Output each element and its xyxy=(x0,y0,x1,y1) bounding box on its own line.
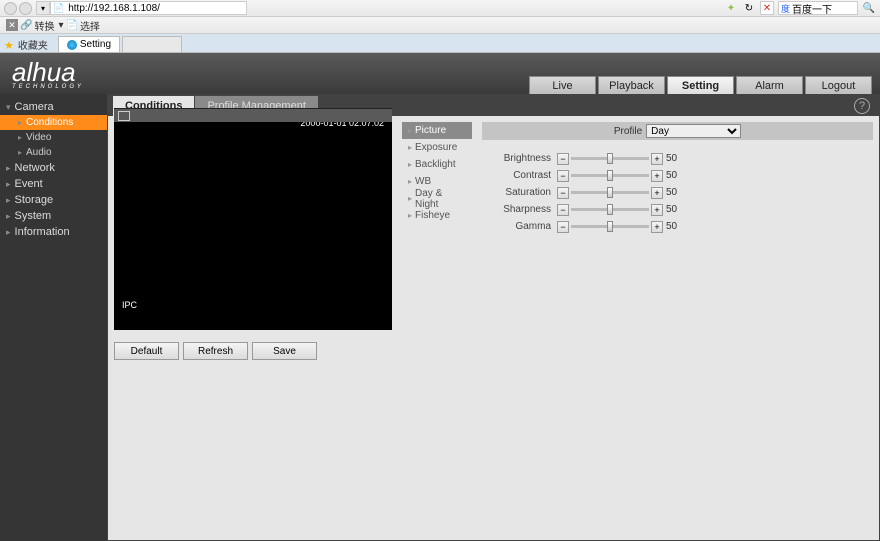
help-icon[interactable]: ? xyxy=(854,98,870,114)
sidebar-conditions[interactable]: Conditions xyxy=(0,115,107,130)
contrast-plus-button[interactable]: + xyxy=(651,170,663,182)
gamma-value: 50 xyxy=(666,221,684,232)
favorites-label[interactable]: 收藏夹 xyxy=(18,37,48,52)
links-select[interactable]: 选择 xyxy=(80,18,100,33)
nav-forward-button[interactable] xyxy=(19,2,32,15)
profile-bar: Profile Day xyxy=(482,122,873,140)
brightness-value: 50 xyxy=(666,153,684,164)
links-convert[interactable]: 转换 xyxy=(34,18,54,33)
video-control-bar xyxy=(114,108,392,122)
sidebar: Camera Conditions Video Audio Network Ev… xyxy=(0,94,107,541)
sharpness-plus-button[interactable]: + xyxy=(651,204,663,216)
ie-icon xyxy=(67,40,77,50)
browser-tabs-bar: ★ 收藏夹 Setting xyxy=(0,34,880,53)
sidebar-camera[interactable]: Camera xyxy=(0,99,107,115)
nav-playback[interactable]: Playback xyxy=(598,76,665,94)
gamma-plus-button[interactable]: + xyxy=(651,221,663,233)
menu-daynight[interactable]: Day & Night xyxy=(402,190,472,207)
saturation-row: Saturation − + 50 xyxy=(482,184,873,201)
sharpness-value: 50 xyxy=(666,204,684,215)
menu-exposure[interactable]: Exposure xyxy=(402,139,472,156)
brightness-slider[interactable] xyxy=(571,157,649,160)
brightness-row: Brightness − + 50 xyxy=(482,150,873,167)
contrast-row: Contrast − + 50 xyxy=(482,167,873,184)
menu-backlight[interactable]: Backlight xyxy=(402,156,472,173)
contrast-value: 50 xyxy=(666,170,684,181)
url-dropdown-icon[interactable]: ▾ xyxy=(36,1,50,15)
browser-address-bar: ▾ 📄 http://192.168.1.108/ ✦ ↻ ✕ 度 百度一下 🔍 xyxy=(0,0,880,17)
nav-live[interactable]: Live xyxy=(529,76,596,94)
app-header: alhuaTECHNOLOGY Live Playback Setting Al… xyxy=(0,53,880,94)
nav-logout[interactable]: Logout xyxy=(805,76,872,94)
sidebar-system[interactable]: System xyxy=(0,208,107,224)
contrast-label: Contrast xyxy=(482,170,557,181)
saturation-plus-button[interactable]: + xyxy=(651,187,663,199)
links-icon1: 🔗 xyxy=(20,20,32,31)
menu-picture[interactable]: Picture xyxy=(402,122,472,139)
profile-select[interactable]: Day xyxy=(646,124,741,138)
sharpness-minus-button[interactable]: − xyxy=(557,204,569,216)
default-button[interactable]: Default xyxy=(114,342,179,360)
sharpness-label: Sharpness xyxy=(482,204,557,215)
nav-setting[interactable]: Setting xyxy=(667,76,734,94)
sidebar-event[interactable]: Event xyxy=(0,176,107,192)
contrast-slider[interactable] xyxy=(571,174,649,177)
save-button[interactable]: Save xyxy=(252,342,317,360)
brightness-label: Brightness xyxy=(482,153,557,164)
favorites-star-icon[interactable]: ★ xyxy=(4,39,14,52)
sidebar-audio[interactable]: Audio xyxy=(0,145,107,160)
video-label: IPC xyxy=(122,300,137,310)
gamma-minus-button[interactable]: − xyxy=(557,221,569,233)
saturation-slider[interactable] xyxy=(571,191,649,194)
sidebar-storage[interactable]: Storage xyxy=(0,192,107,208)
search-go-icon[interactable]: 🔍 xyxy=(862,1,876,15)
brightness-plus-button[interactable]: + xyxy=(651,153,663,165)
sidebar-network[interactable]: Network xyxy=(0,160,107,176)
nav-alarm[interactable]: Alarm xyxy=(736,76,803,94)
saturation-label: Saturation xyxy=(482,187,557,198)
brightness-minus-button[interactable]: − xyxy=(557,153,569,165)
url-input[interactable]: http://192.168.1.108/ xyxy=(64,3,244,14)
saturation-minus-button[interactable]: − xyxy=(557,187,569,199)
logo: alhuaTECHNOLOGY xyxy=(12,57,84,90)
fullscreen-icon[interactable] xyxy=(118,111,130,121)
search-input[interactable]: 度 百度一下 xyxy=(778,1,858,15)
gamma-row: Gamma − + 50 xyxy=(482,218,873,235)
tab-blank[interactable] xyxy=(122,36,182,52)
nav-back-button[interactable] xyxy=(4,2,17,15)
stop-icon[interactable]: ✕ xyxy=(760,1,774,15)
sidebar-information[interactable]: Information xyxy=(0,224,107,240)
sharpness-slider[interactable] xyxy=(571,208,649,211)
contrast-minus-button[interactable]: − xyxy=(557,170,569,182)
browser-links-bar: ✕ 🔗 转换 ▾ 📄 选择 xyxy=(0,17,880,34)
saturation-value: 50 xyxy=(666,187,684,198)
page-icon: 📄 xyxy=(53,3,64,14)
sharpness-row: Sharpness − + 50 xyxy=(482,201,873,218)
links-icon2: 📄 xyxy=(65,20,77,31)
refresh-button[interactable]: Refresh xyxy=(183,342,248,360)
profile-label: Profile xyxy=(614,126,642,137)
video-preview: 2000-01-01 02:07:02 IPC xyxy=(114,108,392,330)
gamma-label: Gamma xyxy=(482,221,557,232)
refresh-icon[interactable]: ↻ xyxy=(742,1,756,15)
sidebar-video[interactable]: Video xyxy=(0,130,107,145)
compat-icon[interactable]: ✦ xyxy=(724,1,738,15)
tab-setting[interactable]: Setting xyxy=(58,36,120,52)
close-bar-icon[interactable]: ✕ xyxy=(6,19,18,31)
menu-fisheye[interactable]: Fisheye xyxy=(402,207,472,224)
gamma-slider[interactable] xyxy=(571,225,649,228)
picture-menu: Picture Exposure Backlight WB Day & Nigh… xyxy=(402,122,472,534)
